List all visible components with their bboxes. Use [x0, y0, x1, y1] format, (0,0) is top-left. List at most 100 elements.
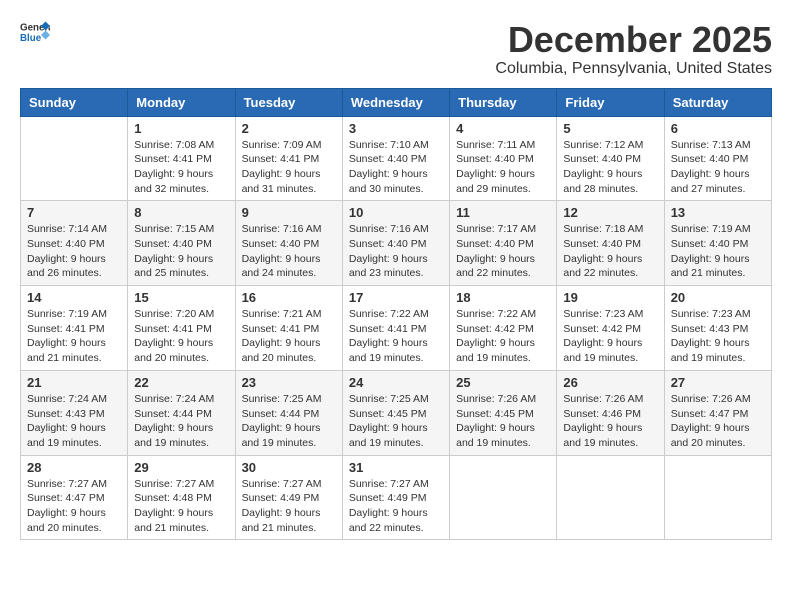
column-header-thursday: Thursday: [450, 88, 557, 116]
day-number: 1: [134, 121, 228, 136]
logo-icon: General Blue: [20, 20, 50, 44]
day-number: 27: [671, 375, 765, 390]
day-number: 12: [563, 205, 657, 220]
day-info: Sunrise: 7:27 AM Sunset: 4:49 PM Dayligh…: [242, 477, 336, 536]
day-number: 14: [27, 290, 121, 305]
day-number: 15: [134, 290, 228, 305]
day-number: 16: [242, 290, 336, 305]
calendar-cell: [557, 455, 664, 540]
column-header-saturday: Saturday: [664, 88, 771, 116]
calendar-cell: 4 Sunrise: 7:11 AM Sunset: 4:40 PM Daylig…: [450, 116, 557, 201]
day-number: 23: [242, 375, 336, 390]
calendar-cell: 8Sunrise: 7:15 AM Sunset: 4:40 PM Daylig…: [128, 201, 235, 286]
calendar-cell: 29 Sunrise: 7:27 AM Sunset: 4:48 PM Dayli…: [128, 455, 235, 540]
day-info: Sunrise: 7:23 AM Sunset: 4:42 PM Dayligh…: [563, 307, 657, 366]
day-number: 2: [242, 121, 336, 136]
calendar-cell: 1 Sunrise: 7:08 AM Sunset: 4:41 PM Daylig…: [128, 116, 235, 201]
day-number: 28: [27, 460, 121, 475]
calendar-cell: 16 Sunrise: 7:21 AM Sunset: 4:41 PM Dayli…: [235, 286, 342, 371]
svg-text:Blue: Blue: [20, 33, 42, 44]
title-section: December 2025 Columbia, Pennsylvania, Un…: [495, 20, 772, 78]
calendar-cell: 21 Sunrise: 7:24 AM Sunset: 4:43 PM Dayli…: [21, 370, 128, 455]
calendar-cell: 28 Sunrise: 7:27 AM Sunset: 4:47 PM Dayli…: [21, 455, 128, 540]
day-number: 19: [563, 290, 657, 305]
day-number: 3: [349, 121, 443, 136]
calendar-cell: 23Sunrise: 7:25 AM Sunset: 4:44 PM Dayli…: [235, 370, 342, 455]
day-info: Sunrise: 7:24 AM Sunset: 4:43 PM Dayligh…: [27, 392, 121, 451]
calendar-cell: 10 Sunrise: 7:16 AM Sunset: 4:40 PM Dayli…: [342, 201, 449, 286]
calendar-header-row: SundayMondayTuesdayWednesdayThursdayFrid…: [21, 88, 772, 116]
day-info: Sunrise: 7:22 AM Sunset: 4:42 PM Dayligh…: [456, 307, 550, 366]
calendar-week-row: 14 Sunrise: 7:19 AM Sunset: 4:41 PM Dayli…: [21, 286, 772, 371]
day-info: Sunrise: 7:15 AM Sunset: 4:40 PM Dayligh…: [134, 222, 228, 281]
calendar-cell: 31 Sunrise: 7:27 AM Sunset: 4:49 PM Dayli…: [342, 455, 449, 540]
day-info: Sunrise: 7:24 AM Sunset: 4:44 PM Dayligh…: [134, 392, 228, 451]
calendar-week-row: 21 Sunrise: 7:24 AM Sunset: 4:43 PM Dayli…: [21, 370, 772, 455]
day-info: Sunrise: 7:26 AM Sunset: 4:46 PM Dayligh…: [563, 392, 657, 451]
day-info: Sunrise: 7:11 AM Sunset: 4:40 PM Dayligh…: [456, 138, 550, 197]
day-number: 29: [134, 460, 228, 475]
calendar-cell: 9Sunrise: 7:16 AM Sunset: 4:40 PM Daylig…: [235, 201, 342, 286]
day-info: Sunrise: 7:12 AM Sunset: 4:40 PM Dayligh…: [563, 138, 657, 197]
column-header-sunday: Sunday: [21, 88, 128, 116]
day-info: Sunrise: 7:25 AM Sunset: 4:45 PM Dayligh…: [349, 392, 443, 451]
logo: General Blue: [20, 20, 50, 44]
day-info: Sunrise: 7:27 AM Sunset: 4:49 PM Dayligh…: [349, 477, 443, 536]
day-info: Sunrise: 7:18 AM Sunset: 4:40 PM Dayligh…: [563, 222, 657, 281]
day-info: Sunrise: 7:22 AM Sunset: 4:41 PM Dayligh…: [349, 307, 443, 366]
day-number: 25: [456, 375, 550, 390]
day-info: Sunrise: 7:23 AM Sunset: 4:43 PM Dayligh…: [671, 307, 765, 366]
day-number: 24: [349, 375, 443, 390]
day-number: 7: [27, 205, 121, 220]
day-number: 17: [349, 290, 443, 305]
day-info: Sunrise: 7:20 AM Sunset: 4:41 PM Dayligh…: [134, 307, 228, 366]
day-info: Sunrise: 7:19 AM Sunset: 4:41 PM Dayligh…: [27, 307, 121, 366]
day-info: Sunrise: 7:21 AM Sunset: 4:41 PM Dayligh…: [242, 307, 336, 366]
calendar-cell: [450, 455, 557, 540]
day-info: Sunrise: 7:17 AM Sunset: 4:40 PM Dayligh…: [456, 222, 550, 281]
location-title: Columbia, Pennsylvania, United States: [495, 60, 772, 78]
calendar-cell: 25 Sunrise: 7:26 AM Sunset: 4:45 PM Dayli…: [450, 370, 557, 455]
day-info: Sunrise: 7:13 AM Sunset: 4:40 PM Dayligh…: [671, 138, 765, 197]
day-number: 18: [456, 290, 550, 305]
day-number: 9: [242, 205, 336, 220]
column-header-monday: Monday: [128, 88, 235, 116]
day-info: Sunrise: 7:14 AM Sunset: 4:40 PM Dayligh…: [27, 222, 121, 281]
calendar-cell: 22Sunrise: 7:24 AM Sunset: 4:44 PM Dayli…: [128, 370, 235, 455]
calendar-cell: 26Sunrise: 7:26 AM Sunset: 4:46 PM Dayli…: [557, 370, 664, 455]
day-number: 21: [27, 375, 121, 390]
column-header-friday: Friday: [557, 88, 664, 116]
day-info: Sunrise: 7:08 AM Sunset: 4:41 PM Dayligh…: [134, 138, 228, 197]
day-info: Sunrise: 7:27 AM Sunset: 4:47 PM Dayligh…: [27, 477, 121, 536]
page-header: General Blue December 2025 Columbia, Pen…: [20, 20, 772, 78]
day-number: 20: [671, 290, 765, 305]
day-number: 5: [563, 121, 657, 136]
day-number: 10: [349, 205, 443, 220]
calendar-cell: 27Sunrise: 7:26 AM Sunset: 4:47 PM Dayli…: [664, 370, 771, 455]
day-info: Sunrise: 7:19 AM Sunset: 4:40 PM Dayligh…: [671, 222, 765, 281]
column-header-wednesday: Wednesday: [342, 88, 449, 116]
calendar-cell: 30Sunrise: 7:27 AM Sunset: 4:49 PM Dayli…: [235, 455, 342, 540]
day-info: Sunrise: 7:16 AM Sunset: 4:40 PM Dayligh…: [349, 222, 443, 281]
calendar-cell: [21, 116, 128, 201]
calendar-cell: 6 Sunrise: 7:13 AM Sunset: 4:40 PM Daylig…: [664, 116, 771, 201]
calendar-cell: 3Sunrise: 7:10 AM Sunset: 4:40 PM Daylig…: [342, 116, 449, 201]
calendar-week-row: 1 Sunrise: 7:08 AM Sunset: 4:41 PM Daylig…: [21, 116, 772, 201]
day-number: 31: [349, 460, 443, 475]
calendar-cell: 24 Sunrise: 7:25 AM Sunset: 4:45 PM Dayli…: [342, 370, 449, 455]
column-header-tuesday: Tuesday: [235, 88, 342, 116]
day-number: 6: [671, 121, 765, 136]
day-info: Sunrise: 7:27 AM Sunset: 4:48 PM Dayligh…: [134, 477, 228, 536]
calendar-cell: 15 Sunrise: 7:20 AM Sunset: 4:41 PM Dayli…: [128, 286, 235, 371]
calendar-cell: 14 Sunrise: 7:19 AM Sunset: 4:41 PM Dayli…: [21, 286, 128, 371]
calendar-cell: 17 Sunrise: 7:22 AM Sunset: 4:41 PM Dayli…: [342, 286, 449, 371]
calendar-cell: 20 Sunrise: 7:23 AM Sunset: 4:43 PM Dayli…: [664, 286, 771, 371]
day-number: 4: [456, 121, 550, 136]
calendar-cell: 2Sunrise: 7:09 AM Sunset: 4:41 PM Daylig…: [235, 116, 342, 201]
calendar-cell: 5 Sunrise: 7:12 AM Sunset: 4:40 PM Daylig…: [557, 116, 664, 201]
day-info: Sunrise: 7:26 AM Sunset: 4:45 PM Dayligh…: [456, 392, 550, 451]
calendar-cell: 12 Sunrise: 7:18 AM Sunset: 4:40 PM Dayli…: [557, 201, 664, 286]
calendar-cell: 19 Sunrise: 7:23 AM Sunset: 4:42 PM Dayli…: [557, 286, 664, 371]
calendar-week-row: 28 Sunrise: 7:27 AM Sunset: 4:47 PM Dayli…: [21, 455, 772, 540]
calendar-cell: 11Sunrise: 7:17 AM Sunset: 4:40 PM Dayli…: [450, 201, 557, 286]
